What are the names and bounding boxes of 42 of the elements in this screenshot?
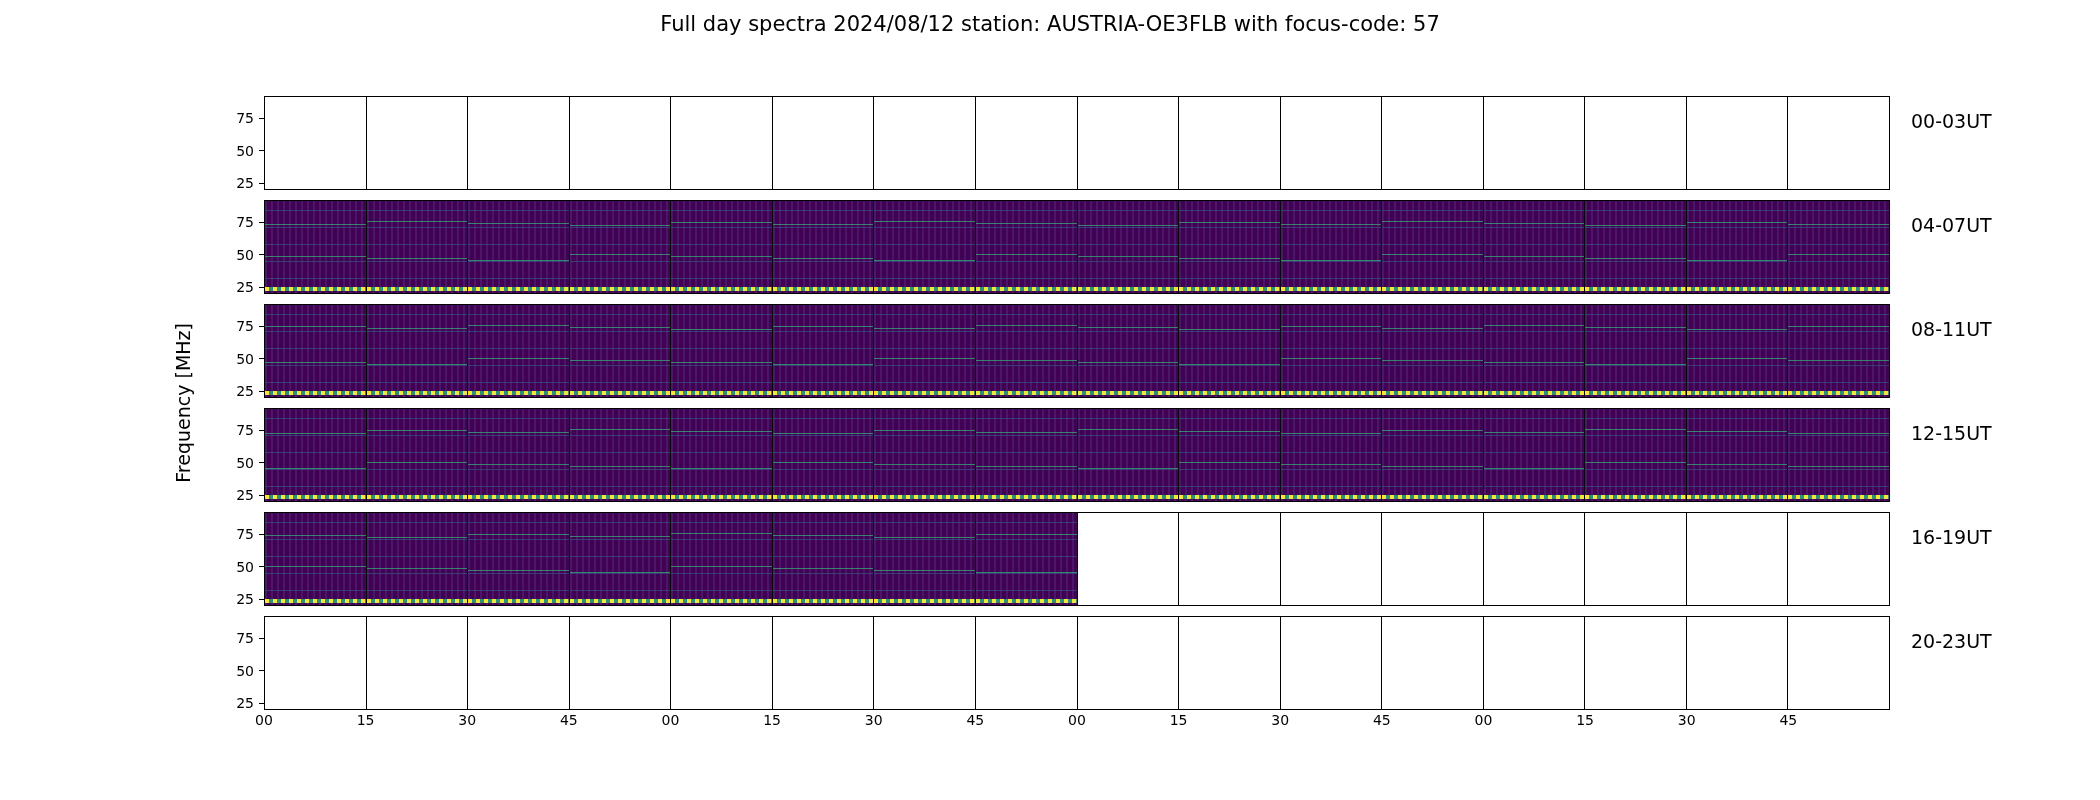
time-range-label: 16-19UT: [1911, 526, 1992, 548]
y-tick-label: 75: [236, 110, 254, 127]
x-tick-label: 45: [966, 712, 985, 728]
x-tick-label: 00: [255, 712, 273, 728]
x-tick-label: 00: [1068, 712, 1086, 728]
time-range-label: 04-07UT: [1911, 214, 1992, 236]
y-axis-label: Frequency [MHz]: [172, 323, 194, 483]
y-tick-label: 25: [236, 279, 254, 296]
y-tick-label: 25: [236, 591, 254, 608]
time-range-label: 20-23UT: [1911, 630, 1992, 652]
time-range-label: 12-15UT: [1911, 422, 1992, 444]
time-range-label: 08-11UT: [1911, 318, 1992, 340]
y-tick-label: 50: [236, 662, 254, 679]
y-tick-label: 25: [236, 383, 254, 400]
y-tick-label: 75: [236, 526, 254, 543]
x-tick-label: 30: [864, 712, 883, 728]
x-tick-label: 30: [458, 712, 477, 728]
y-tick-label: 50: [236, 246, 254, 263]
y-tick-label: 25: [236, 695, 254, 712]
x-tick-label: 45: [559, 712, 578, 728]
x-tick-label: 00: [1474, 712, 1493, 728]
time-range-label: 00-03UT: [1911, 110, 1992, 132]
y-tick-label: 50: [236, 558, 254, 575]
x-tick-label: 30: [1677, 712, 1696, 728]
y-tick-label: 75: [236, 318, 254, 335]
y-tick-label: 75: [236, 630, 254, 647]
y-tick-label: 75: [236, 422, 254, 439]
x-tick-label: 15: [1576, 712, 1595, 728]
x-tick-label: 00: [661, 712, 680, 728]
x-tick-label: 15: [763, 712, 782, 728]
x-tick-label: 15: [356, 712, 375, 728]
y-tick-label: 75: [236, 214, 254, 231]
y-tick-label: 50: [236, 454, 254, 471]
y-tick-label: 25: [236, 175, 254, 192]
chart-title: Full day spectra 2024/08/12 station: AUSTRIA-OE3FLB with focus-code: 57: [660, 12, 1440, 36]
y-tick-label: 50: [236, 142, 254, 159]
x-tick-label: 30: [1271, 712, 1290, 728]
y-tick-label: 25: [236, 487, 254, 504]
x-tick-label: 15: [1169, 712, 1188, 728]
x-tick-label: 45: [1779, 712, 1798, 728]
x-tick-label: 45: [1372, 712, 1391, 728]
y-tick-label: 50: [236, 350, 254, 367]
